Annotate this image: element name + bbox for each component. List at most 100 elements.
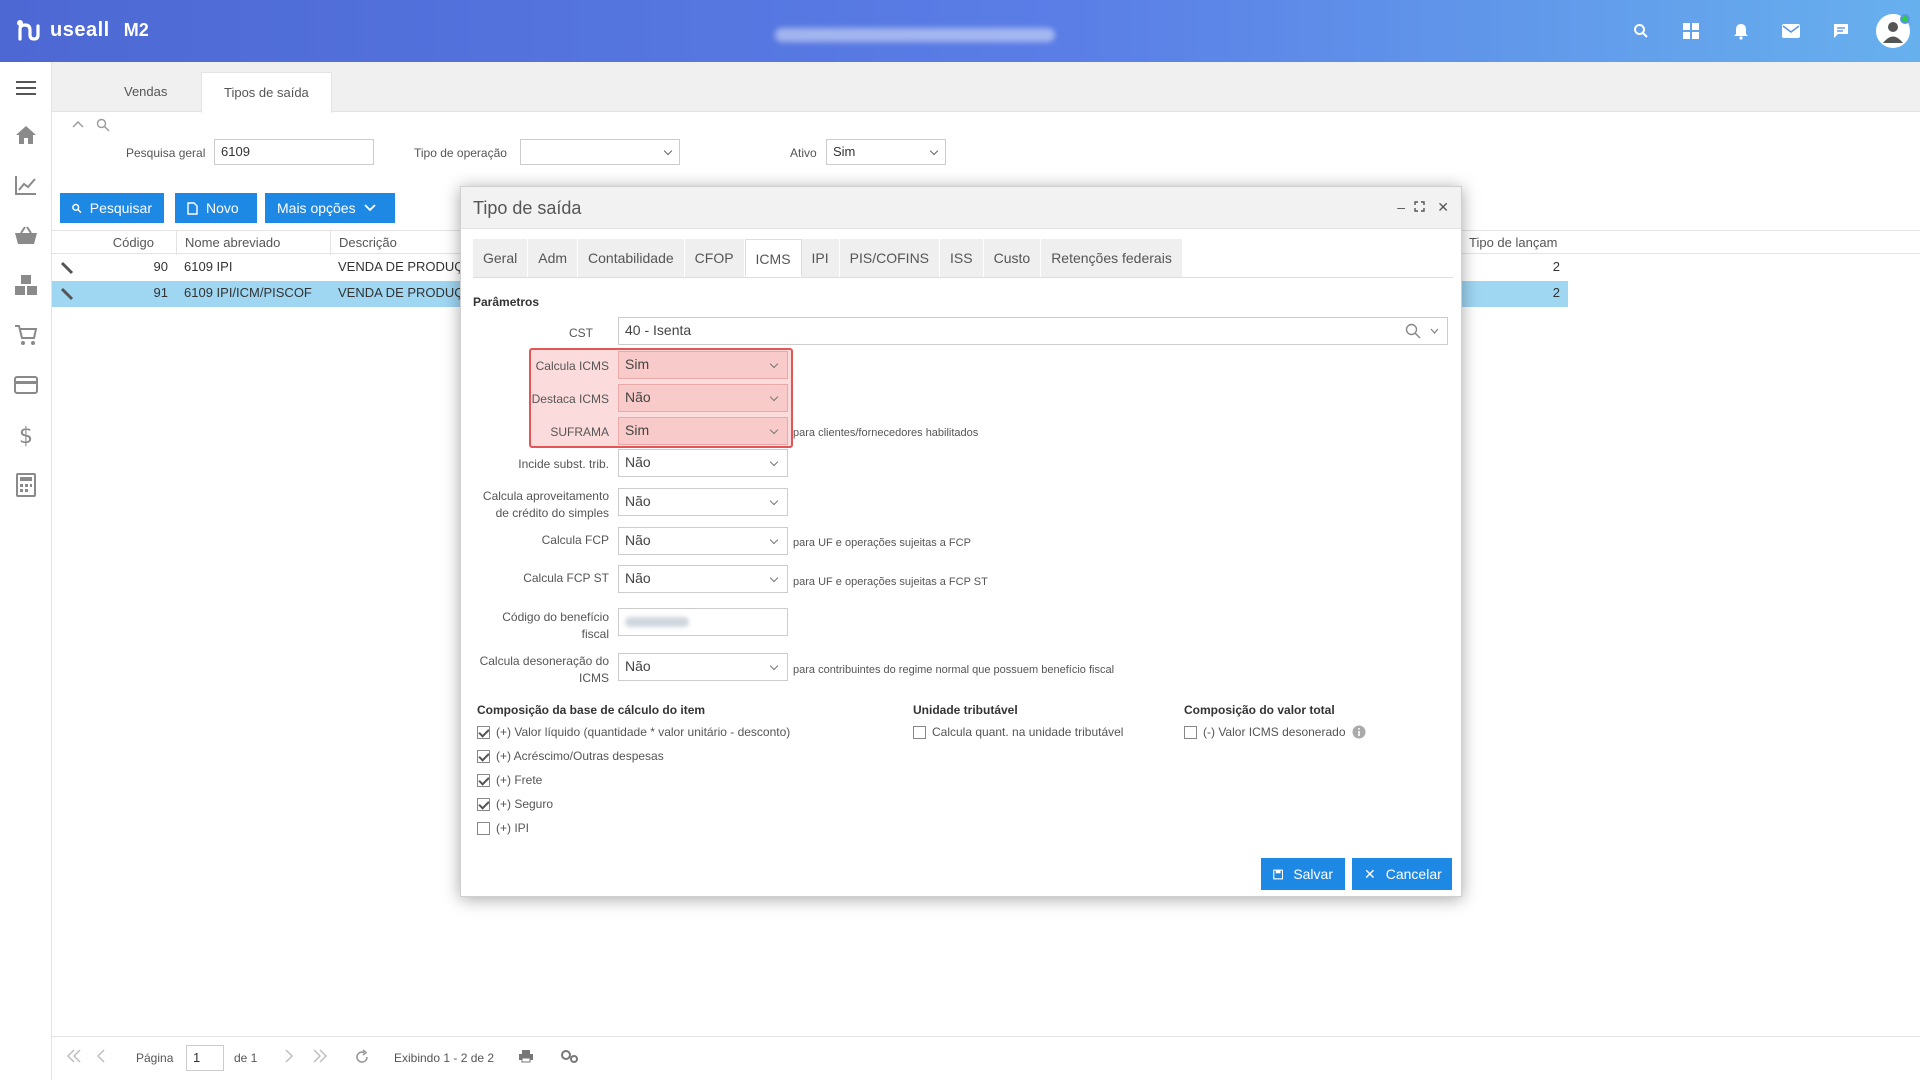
calcula-icms-label: Calcula ICMS bbox=[535, 359, 609, 373]
app-logo[interactable]: useall M2 bbox=[16, 18, 149, 42]
tab-adm[interactable]: Adm bbox=[528, 239, 579, 277]
next-page-icon[interactable] bbox=[284, 1049, 294, 1063]
checkbox-label: (-) Valor ICMS desonerado bbox=[1203, 725, 1346, 739]
aproveitamento-label-line1: Calcula aproveitamento bbox=[482, 489, 609, 503]
tab-tipos-de-saida[interactable]: Tipos de saída bbox=[201, 72, 332, 113]
print-icon[interactable] bbox=[518, 1049, 534, 1063]
new-button[interactable]: Novo bbox=[175, 193, 257, 223]
close-icon[interactable]: ✕ bbox=[1437, 199, 1449, 216]
last-page-icon[interactable] bbox=[312, 1049, 328, 1063]
desoneracao-select[interactable]: Não bbox=[618, 653, 788, 681]
edit-pencil-icon[interactable] bbox=[60, 261, 74, 275]
fcp-st-select[interactable]: Não bbox=[618, 565, 788, 593]
tab-contabilidade[interactable]: Contabilidade bbox=[578, 239, 685, 277]
search-icon[interactable] bbox=[1626, 14, 1656, 48]
base-item-ipi[interactable]: (+) IPI bbox=[477, 821, 529, 835]
aproveitamento-select[interactable]: Não bbox=[618, 488, 788, 516]
tab-retencoes-federais[interactable]: Retenções federais bbox=[1041, 239, 1183, 277]
cart-icon[interactable] bbox=[13, 322, 39, 348]
menu-icon[interactable] bbox=[13, 75, 39, 101]
tab-iss[interactable]: ISS bbox=[940, 239, 984, 277]
tab-ipi[interactable]: IPI bbox=[801, 239, 840, 277]
tab-custo[interactable]: Custo bbox=[983, 239, 1042, 277]
checkbox[interactable] bbox=[913, 725, 926, 739]
info-icon[interactable] bbox=[1352, 725, 1366, 739]
card-icon[interactable] bbox=[13, 372, 39, 398]
chevron-down-icon[interactable] bbox=[1430, 328, 1439, 334]
base-item-valor-liquido[interactable]: (+) Valor líquido (quantidade * valor un… bbox=[477, 725, 790, 739]
more-options-button[interactable]: Mais opções bbox=[265, 193, 395, 223]
checkbox[interactable] bbox=[1184, 725, 1197, 739]
checkbox[interactable] bbox=[477, 749, 490, 763]
unidade-tributavel-title: Unidade tributável bbox=[913, 703, 1018, 717]
cst-field[interactable]: 40 - Isenta bbox=[618, 317, 1448, 345]
mail-icon[interactable] bbox=[1776, 14, 1806, 48]
checkbox-label: Calcula quant. na unidade tributável bbox=[932, 725, 1124, 739]
boxes-icon[interactable] bbox=[13, 272, 39, 298]
checkbox[interactable] bbox=[477, 725, 490, 739]
active-select[interactable]: Sim bbox=[826, 139, 946, 165]
tab-pis-cofins[interactable]: PIS/COFINS bbox=[839, 239, 941, 277]
home-icon[interactable] bbox=[13, 122, 39, 148]
new-button-label: Novo bbox=[206, 200, 239, 216]
cancel-x-icon: ✕ bbox=[1364, 865, 1376, 882]
minimize-icon[interactable]: – bbox=[1397, 199, 1405, 215]
edit-pencil-icon[interactable] bbox=[60, 287, 74, 301]
col-description[interactable]: Descrição bbox=[330, 231, 460, 255]
grid-icon[interactable] bbox=[1676, 14, 1706, 48]
bell-icon[interactable] bbox=[1726, 14, 1756, 48]
search-button[interactable]: Pesquisar bbox=[60, 193, 164, 223]
left-sidebar: $ bbox=[0, 62, 52, 1080]
avatar[interactable] bbox=[1876, 14, 1910, 48]
tab-cfop[interactable]: CFOP bbox=[684, 239, 745, 277]
cancel-button[interactable]: ✕ Cancelar bbox=[1352, 858, 1452, 890]
base-item-frete[interactable]: (+) Frete bbox=[477, 773, 542, 787]
unidade-tributavel-item[interactable]: Calcula quant. na unidade tributável bbox=[913, 725, 1123, 739]
save-disk-icon bbox=[1273, 869, 1284, 879]
destaca-icms-select[interactable]: Não bbox=[618, 384, 788, 412]
page-total: de 1 bbox=[234, 1051, 258, 1065]
tab-icms[interactable]: ICMS bbox=[744, 239, 802, 277]
top-bar: useall M2 bbox=[0, 0, 1920, 62]
blurred-benefit-code bbox=[625, 617, 689, 627]
dialog-tabs: Geral Adm Contabilidade CFOP ICMS IPI PI… bbox=[473, 239, 1183, 277]
more-options-label: Mais opções bbox=[277, 200, 356, 216]
first-page-icon[interactable] bbox=[66, 1049, 82, 1063]
col-short-name[interactable]: Nome abreviado bbox=[176, 231, 330, 255]
aproveitamento-label-line2: de crédito do simples bbox=[495, 506, 609, 520]
checkbox[interactable] bbox=[477, 821, 490, 835]
search-icon bbox=[72, 203, 82, 213]
page-tabs: Vendas Tipos de saída bbox=[52, 62, 1920, 113]
fcp-select[interactable]: Não bbox=[618, 527, 788, 555]
col-launch-type[interactable]: Tipo de lançam bbox=[1460, 231, 1568, 255]
filter-search-icon[interactable] bbox=[96, 118, 110, 132]
checkbox[interactable] bbox=[477, 797, 490, 811]
prev-page-icon[interactable] bbox=[96, 1049, 106, 1063]
base-item-acrescimo[interactable]: (+) Acréscimo/Outras despesas bbox=[477, 749, 664, 763]
basket-icon[interactable] bbox=[13, 222, 39, 248]
base-item-seguro[interactable]: (+) Seguro bbox=[477, 797, 553, 811]
incide-subst-select[interactable]: Não bbox=[618, 449, 788, 477]
tab-geral[interactable]: Geral bbox=[473, 239, 529, 277]
calcula-icms-select[interactable]: Sim bbox=[618, 351, 788, 379]
suframa-select[interactable]: Sim bbox=[618, 417, 788, 445]
valor-total-item[interactable]: (-) Valor ICMS desonerado bbox=[1184, 725, 1366, 739]
chart-icon[interactable] bbox=[13, 172, 39, 198]
settings-gears-icon[interactable] bbox=[560, 1049, 578, 1063]
tab-vendas[interactable]: Vendas bbox=[102, 72, 189, 113]
page-input[interactable]: 1 bbox=[186, 1045, 224, 1071]
dollar-icon[interactable]: $ bbox=[13, 422, 39, 448]
beneficio-input[interactable] bbox=[618, 608, 788, 636]
fcp-st-label: Calcula FCP ST bbox=[523, 571, 609, 585]
chat-icon[interactable] bbox=[1826, 14, 1856, 48]
search-input[interactable]: 6109 bbox=[214, 139, 374, 165]
checkbox[interactable] bbox=[477, 773, 490, 787]
refresh-icon[interactable] bbox=[354, 1049, 370, 1065]
operation-type-select[interactable] bbox=[520, 139, 680, 165]
col-code[interactable]: Código bbox=[52, 231, 176, 255]
collapse-chevron-icon[interactable] bbox=[72, 120, 84, 128]
calculator-icon[interactable] bbox=[13, 472, 39, 498]
maximize-icon[interactable] bbox=[1414, 201, 1425, 212]
save-button[interactable]: Salvar bbox=[1261, 858, 1345, 890]
search-icon[interactable] bbox=[1405, 323, 1421, 339]
